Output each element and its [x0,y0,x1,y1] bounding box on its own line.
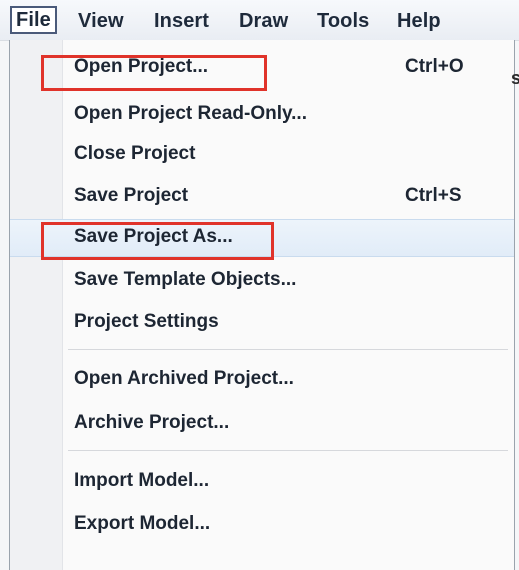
menu-tools[interactable]: Tools [317,8,369,34]
menu-bar: File View Insert Draw Tools Help [0,0,519,41]
menu-view[interactable]: View [78,8,124,34]
menu-item-export-model[interactable]: Export Model... [10,507,514,545]
menu-item-import-model[interactable]: Import Model... [10,464,514,502]
menu-item-save-project-as[interactable]: Save Project As... [10,219,514,257]
menu-item-open-project[interactable]: Open Project... Ctrl+O [10,50,514,88]
menu-separator [68,349,508,350]
menu-file[interactable]: File [10,6,57,34]
edge-glyph: s [511,68,519,88]
shortcut-label: Ctrl+O [405,56,464,77]
menu-item-label: Save Project [74,185,189,206]
menu-item-label: Archive Project... [74,412,230,433]
menu-insert[interactable]: Insert [154,8,209,34]
menu-item-open-archived-project[interactable]: Open Archived Project... [10,362,514,400]
menu-draw[interactable]: Draw [239,8,288,34]
menu-separator [68,450,508,451]
menu-item-label: Open Project Read-Only... [74,103,307,124]
menu-item-label: Save Template Objects... [74,269,297,290]
menu-item-archive-project[interactable]: Archive Project... [10,406,514,444]
menu-item-save-template-objects[interactable]: Save Template Objects... [10,263,514,301]
menu-item-save-project[interactable]: Save Project Ctrl+S [10,179,514,217]
menu-item-label: Open Archived Project... [74,368,294,389]
menu-item-close-project[interactable]: Close Project [10,137,514,175]
menu-item-open-project-read-only[interactable]: Open Project Read-Only... [10,97,514,135]
menu-item-label: Open Project... [74,56,209,77]
menu-item-label: Import Model... [74,470,210,491]
file-dropdown-menu: Open Project... Ctrl+O Open Project Read… [9,40,515,570]
menu-item-label: Save Project As... [74,226,233,247]
menu-item-label: Export Model... [74,513,211,534]
menu-item-label: Project Settings [74,311,219,332]
menu-item-label: Close Project [74,143,196,164]
menu-item-project-settings[interactable]: Project Settings [10,305,514,343]
shortcut-label: Ctrl+S [405,185,462,206]
menu-help[interactable]: Help [397,8,441,34]
